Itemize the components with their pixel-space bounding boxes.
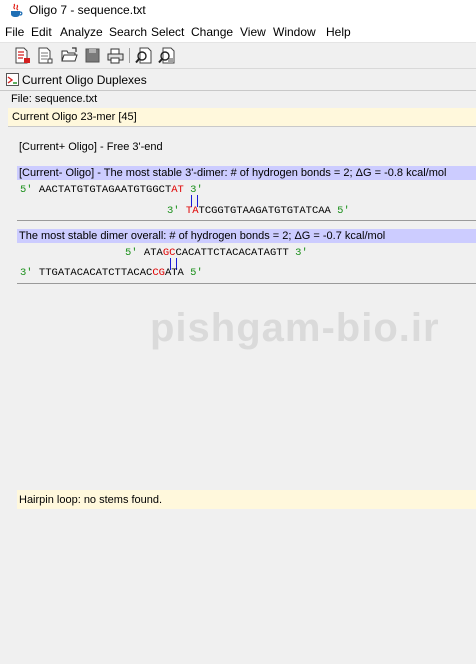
- java-cup-icon: [11, 3, 23, 17]
- menu-edit[interactable]: Edit: [31, 24, 52, 40]
- watermark: pishgam-bio.ir: [150, 306, 440, 350]
- current-oligo-label: Current Oligo 23-mer [45]: [12, 111, 137, 123]
- menu-file[interactable]: File: [5, 24, 24, 40]
- strand-sequence: TCGGTGTAAGATGTGTATCAA: [198, 205, 331, 217]
- dimer-overall-header: The most stable dimer overall: # of hydr…: [17, 229, 476, 243]
- hairpin-label: Hairpin loop: no stems found.: [19, 494, 163, 506]
- dimer-3-header: [Current- Oligo] - The most stable 3'-di…: [17, 166, 476, 180]
- menu-select[interactable]: Select: [151, 24, 184, 40]
- prime-3-label: 3': [295, 247, 308, 259]
- menu-view[interactable]: View: [240, 24, 266, 40]
- menu-change[interactable]: Change: [191, 24, 233, 40]
- title-bar: Oligo 7 - sequence.txt: [0, 0, 476, 22]
- strand-sequence: ATA: [143, 247, 163, 259]
- duplex-window-header: Current Oligo Duplexes: [0, 70, 476, 91]
- paired-bases: CG: [152, 267, 165, 279]
- menu-analyze[interactable]: Analyze: [60, 24, 103, 40]
- oligo-list-icon[interactable]: [14, 47, 31, 64]
- menu-bar: File Edit Analyze Search Select Change V…: [0, 22, 476, 43]
- toolbar-separator: [129, 48, 130, 63]
- duplex-window-icon: [6, 73, 19, 86]
- dimer-overall-top-strand: 5' ATAGCCACATTCTACACATAGTT 3': [125, 247, 308, 259]
- strand-sequence: TTGATACACATCTTACAC: [38, 267, 153, 279]
- toolbar: [0, 43, 476, 69]
- save-disk-icon[interactable]: [84, 47, 101, 64]
- prime-5-label: 5': [337, 205, 350, 217]
- printer-icon[interactable]: [107, 47, 124, 64]
- window-title: Oligo 7 - sequence.txt: [29, 3, 146, 17]
- free-3-end-label: [Current+ Oligo] - Free 3'-end: [19, 141, 163, 153]
- prime-5-label: 5': [190, 267, 203, 279]
- open-folder-icon[interactable]: [61, 47, 78, 64]
- dimer-overall-bottom-strand: 3' TTGATACACATCTTACACCGATA 5': [20, 267, 203, 279]
- dimer-3-top-strand: 5' AACTATGTGTAGAATGTGGCTAT 3': [20, 184, 203, 196]
- prime-5-label: 5': [125, 247, 138, 259]
- paired-bases: TA: [185, 205, 199, 217]
- menu-window[interactable]: Window: [273, 24, 316, 40]
- strand-sequence: AACTATGTGTAGAATGTGGCT: [38, 184, 172, 196]
- file-label: File: sequence.txt: [11, 93, 98, 105]
- dimer-overall-header-text: The most stable dimer overall: # of hydr…: [19, 230, 386, 242]
- search-replace-icon[interactable]: [158, 47, 175, 64]
- current-oligo-bar: Current Oligo 23-mer [45]: [8, 108, 476, 127]
- section-divider: [17, 220, 476, 221]
- hairpin-bar: Hairpin loop: no stems found.: [17, 490, 476, 509]
- prime-3-label: 3': [167, 205, 180, 217]
- strand-sequence: ATA: [164, 267, 184, 279]
- prime-3-label: 3': [20, 267, 33, 279]
- strand-sequence: CACATTCTACACATAGTT: [175, 247, 289, 259]
- dimer-3-bottom-strand: 3' TATCGGTGTAAGATGTGTATCAA 5': [167, 205, 350, 217]
- document-icon[interactable]: [37, 47, 54, 64]
- section-divider: [17, 283, 476, 284]
- dimer-3-header-text: [Current- Oligo] - The most stable 3'-di…: [19, 167, 447, 179]
- menu-search[interactable]: Search: [109, 24, 147, 40]
- search-icon[interactable]: [135, 47, 152, 64]
- menu-help[interactable]: Help: [326, 24, 351, 40]
- panel-title: Current Oligo Duplexes: [22, 73, 147, 87]
- paired-bases: AT: [171, 184, 184, 196]
- prime-5-label: 5': [20, 184, 33, 196]
